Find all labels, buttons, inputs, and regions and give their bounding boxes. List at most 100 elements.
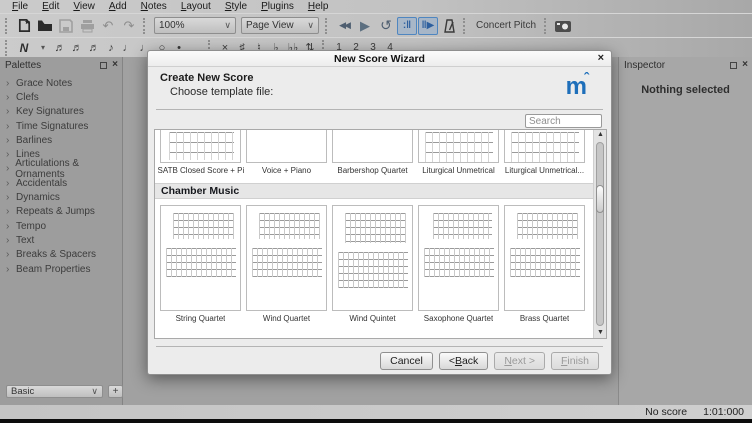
dialog-buttons: Cancel < Back Next > Finish bbox=[380, 352, 599, 370]
concert-pitch-button[interactable]: Concert Pitch bbox=[472, 20, 540, 31]
menu-add[interactable]: Add bbox=[102, 1, 134, 12]
palette-item-grace-notes[interactable]: ›Grace Notes bbox=[0, 76, 122, 90]
scrollbar-track[interactable] bbox=[596, 142, 604, 326]
palette-item-dynamics[interactable]: ›Dynamics bbox=[0, 190, 122, 204]
dialog-heading: Create New Score bbox=[160, 72, 254, 84]
palette-item-barlines[interactable]: ›Barlines bbox=[0, 133, 122, 147]
toolbar-grip bbox=[544, 18, 549, 34]
chevron-down-icon: ∨ bbox=[224, 20, 231, 31]
toolbar-grip bbox=[463, 18, 468, 34]
close-icon[interactable]: × bbox=[598, 52, 604, 64]
palette-preset-select[interactable]: Basic ∨ bbox=[6, 385, 103, 398]
note-input-mode-button[interactable]: N bbox=[14, 39, 34, 57]
zoom-select[interactable]: 100% ∨ bbox=[154, 17, 236, 34]
menu-layout[interactable]: Layout bbox=[174, 1, 218, 12]
undock-icon[interactable] bbox=[100, 62, 107, 69]
print-button[interactable] bbox=[77, 17, 97, 35]
menu-view[interactable]: View bbox=[66, 1, 102, 12]
template-liturgical-unmetrical-2[interactable]: Liturgical Unmetrical... bbox=[504, 130, 585, 175]
redo-button[interactable]: ↷ bbox=[119, 17, 139, 35]
chevron-right-icon: › bbox=[6, 206, 16, 217]
palette-item-key-signatures[interactable]: ›Key Signatures bbox=[0, 105, 122, 119]
template-string-quartet[interactable]: String Quartet bbox=[160, 205, 241, 323]
palette-item-label: Repeats & Jumps bbox=[16, 206, 95, 217]
loop-playback-button[interactable]: ↺ bbox=[376, 17, 396, 35]
template-thumbnail bbox=[160, 205, 241, 311]
menu-edit[interactable]: Edit bbox=[35, 1, 66, 12]
play-button[interactable]: ▶ bbox=[355, 17, 375, 35]
note-16th-button[interactable]: ♬ bbox=[86, 39, 102, 57]
menu-file[interactable]: File bbox=[5, 1, 35, 12]
close-icon[interactable]: × bbox=[112, 61, 118, 69]
dialog-titlebar[interactable]: New Score Wizard × bbox=[148, 51, 611, 67]
note-32nd-button[interactable]: ♬ bbox=[69, 39, 85, 57]
close-icon[interactable]: × bbox=[742, 61, 748, 69]
inspector-title: Inspector bbox=[624, 60, 730, 71]
pan-playback-toggle[interactable]: ‖▶ bbox=[418, 17, 438, 35]
save-button[interactable] bbox=[56, 17, 76, 35]
image-capture-button[interactable] bbox=[553, 17, 573, 35]
menubar: File Edit View Add Notes Layout Style Pl… bbox=[0, 0, 752, 13]
palette-item-breaks-spacers[interactable]: ›Breaks & Spacers bbox=[0, 248, 122, 262]
printer-icon bbox=[80, 19, 95, 33]
palette-item-time-signatures[interactable]: ›Time Signatures bbox=[0, 119, 122, 133]
note-quarter-button[interactable]: ♩ bbox=[120, 39, 136, 57]
template-thumbnail bbox=[418, 205, 499, 311]
palette-item-beam-properties[interactable]: ›Beam Properties bbox=[0, 262, 122, 276]
play-repeats-toggle[interactable]: :‖ bbox=[397, 17, 417, 35]
new-score-button[interactable] bbox=[14, 17, 34, 35]
template-thumbnail bbox=[160, 130, 241, 163]
template-search-input[interactable] bbox=[525, 114, 602, 128]
toolbar-grip bbox=[325, 18, 330, 34]
scroll-down-icon[interactable]: ▼ bbox=[594, 328, 607, 338]
scrollbar-thumb[interactable] bbox=[596, 185, 604, 213]
template-list-scrollbar[interactable]: ▲ ▼ bbox=[593, 130, 606, 338]
palette-item-tempo[interactable]: ›Tempo bbox=[0, 219, 122, 233]
template-list: SATB Closed Score + Piano Voice + Piano … bbox=[154, 129, 607, 339]
chevron-down-icon[interactable]: ▾ bbox=[35, 39, 51, 57]
note-8th-button[interactable]: ♪ bbox=[103, 39, 119, 57]
metronome-button[interactable] bbox=[439, 17, 459, 35]
template-barbershop-quartet[interactable]: Barbershop Quartet bbox=[332, 130, 413, 175]
musescore-window: File Edit View Add Notes Layout Style Pl… bbox=[0, 0, 752, 423]
chevron-right-icon: › bbox=[6, 106, 16, 117]
add-palette-button[interactable]: + bbox=[108, 385, 123, 398]
menu-help[interactable]: Help bbox=[301, 1, 336, 12]
open-file-button[interactable] bbox=[35, 17, 55, 35]
finish-button[interactable]: Finish bbox=[551, 352, 599, 370]
palette-item-label: Time Signatures bbox=[16, 121, 88, 132]
open-folder-icon bbox=[37, 19, 53, 33]
menu-style[interactable]: Style bbox=[218, 1, 254, 12]
undo-button[interactable]: ↶ bbox=[98, 17, 118, 35]
palette-item-articulations[interactable]: ›Articulations & Ornaments bbox=[0, 162, 122, 176]
palette-item-label: Dynamics bbox=[16, 192, 60, 203]
undock-icon[interactable] bbox=[730, 62, 737, 69]
template-wind-quartet[interactable]: Wind Quartet bbox=[246, 205, 327, 323]
template-brass-quartet[interactable]: Brass Quartet bbox=[504, 205, 585, 323]
template-list-content: SATB Closed Score + Piano Voice + Piano … bbox=[155, 130, 593, 338]
template-satb-closed-score-piano[interactable]: SATB Closed Score + Piano bbox=[160, 130, 241, 175]
palette-item-repeats-jumps[interactable]: ›Repeats & Jumps bbox=[0, 205, 122, 219]
view-mode-select[interactable]: Page View ∨ bbox=[241, 17, 319, 34]
cancel-button[interactable]: Cancel bbox=[380, 352, 433, 370]
menu-plugins[interactable]: Plugins bbox=[254, 1, 301, 12]
next-button[interactable]: Next > bbox=[494, 352, 545, 370]
palettes-title: Palettes bbox=[5, 60, 100, 71]
template-saxophone-quartet[interactable]: Saxophone Quartet bbox=[418, 205, 499, 323]
toolbar-grip bbox=[5, 40, 10, 56]
template-label: Voice + Piano bbox=[262, 166, 311, 175]
template-liturgical-unmetrical[interactable]: Liturgical Unmetrical bbox=[418, 130, 499, 175]
menu-notes[interactable]: Notes bbox=[134, 1, 174, 12]
section-header-chamber-music: Chamber Music bbox=[155, 183, 593, 199]
scroll-up-icon[interactable]: ▲ bbox=[594, 130, 607, 140]
save-floppy-icon bbox=[59, 19, 73, 33]
template-voice-piano[interactable]: Voice + Piano bbox=[246, 130, 327, 175]
palette-item-clefs[interactable]: ›Clefs bbox=[0, 90, 122, 104]
template-wind-quintet[interactable]: Wind Quintet bbox=[332, 205, 413, 323]
back-button[interactable]: < Back bbox=[439, 352, 489, 370]
chevron-right-icon: › bbox=[6, 264, 16, 275]
rewind-button[interactable]: ◀◀ bbox=[334, 17, 354, 35]
palette-item-text[interactable]: ›Text bbox=[0, 233, 122, 247]
palette-item-label: Clefs bbox=[16, 92, 39, 103]
note-64th-button[interactable]: ♬ bbox=[52, 39, 68, 57]
